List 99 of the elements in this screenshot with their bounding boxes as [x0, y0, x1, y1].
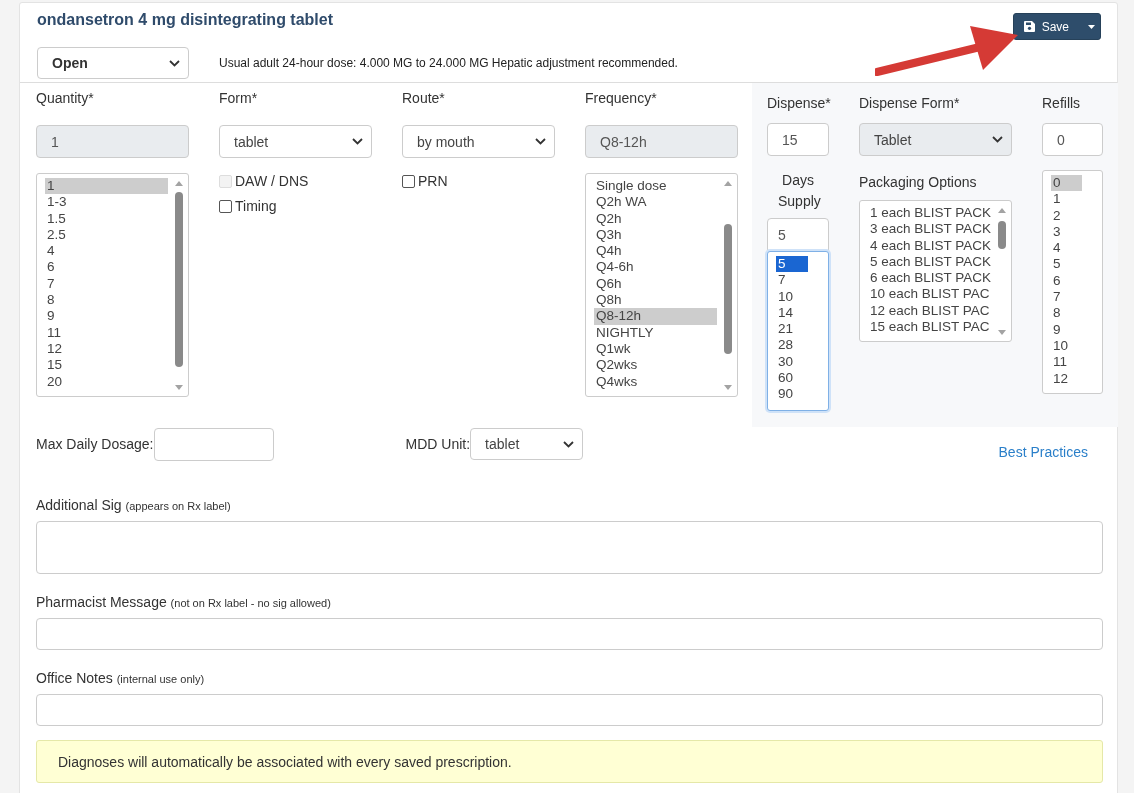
list-option[interactable]: 28: [776, 337, 808, 354]
list-option[interactable]: 7: [45, 275, 168, 293]
list-option[interactable]: 5: [776, 256, 808, 273]
list-option[interactable]: 10: [1051, 337, 1082, 355]
list-option[interactable]: 90: [776, 386, 808, 403]
chevron-down-icon: [992, 136, 1003, 143]
chevron-down-icon: [169, 59, 180, 67]
list-option[interactable]: 60: [776, 370, 808, 387]
list-option[interactable]: 9: [1051, 321, 1082, 338]
list-option[interactable]: 1.5: [45, 210, 168, 227]
chevron-down-icon: [535, 138, 546, 145]
list-box[interactable]: Single dose Q2h WA Q2h Q3h Q4h Q4-6h Q6h Q8h Q8-12h NIGHTLY Q1wk Q2wks Q4wks: [585, 173, 738, 397]
list-box[interactable]: 0 1 2 3 4 5 6 7 8 9 10 11 12: [1042, 170, 1103, 394]
list-option[interactable]: 7: [1051, 289, 1082, 306]
select-field[interactable]: Tablet: [859, 123, 1012, 156]
list-option[interactable]: 1 each BLIST PACK: [868, 205, 992, 222]
field-label: Office Notes (internal use only): [36, 670, 206, 686]
drug-title: ondansetron 4 mg disintegrating tablet: [37, 11, 334, 29]
input-field[interactable]: 1: [36, 125, 189, 158]
list-option[interactable]: 11: [45, 324, 168, 341]
input-field[interactable]: [36, 694, 1103, 726]
list-option[interactable]: 11: [1051, 354, 1082, 371]
list-option[interactable]: Q2wks: [594, 357, 717, 374]
input-field[interactable]: 5: [767, 218, 829, 251]
list-box[interactable]: 1 1-3 1.5 2.5 4 6 7 8 9 11 12 15 20: [36, 173, 189, 397]
checkbox[interactable]: Timing: [219, 198, 372, 214]
list-option[interactable]: 12: [1051, 370, 1082, 387]
list-option[interactable]: Single dose: [594, 178, 717, 195]
field-label: Max Daily Dosage:: [36, 436, 154, 452]
info-alert: Diagnoses will automatically be associated with every saved prescription.: [36, 740, 1103, 783]
best-practices-link[interactable]: Best Practices: [998, 443, 1088, 460]
input-field[interactable]: [153, 427, 274, 461]
list-option[interactable]: 1: [1051, 191, 1082, 208]
list-option[interactable]: 4: [45, 243, 168, 260]
list-option[interactable]: 7: [776, 272, 808, 289]
list-option[interactable]: Q4-6h: [594, 259, 717, 276]
list-option[interactable]: 12 each BLIST PAC: [868, 302, 991, 320]
list-option[interactable]: 8: [1051, 305, 1082, 322]
list-option[interactable]: Q8-12h: [594, 308, 717, 325]
list-option[interactable]: 2: [1051, 207, 1082, 224]
list-option[interactable]: NIGHTLY: [594, 324, 717, 341]
list-option[interactable]: 14: [776, 304, 808, 322]
save-button[interactable]: Save: [1012, 13, 1101, 40]
list-option[interactable]: 15: [45, 357, 168, 374]
list-option[interactable]: Q8h: [594, 292, 717, 309]
list-option[interactable]: 30: [776, 353, 808, 371]
field-label: Route*: [402, 90, 446, 108]
list-option[interactable]: 5 each BLIST PACK: [868, 253, 992, 271]
list-option[interactable]: 3: [1051, 223, 1082, 241]
list-option[interactable]: 10 each BLIST PAC: [868, 286, 991, 303]
field-label: Dispense*: [767, 95, 829, 113]
input-field[interactable]: 15: [767, 123, 829, 156]
field-label: Additional Sig (appears on Rx label): [36, 497, 232, 513]
input-field[interactable]: [36, 618, 1103, 650]
list-box[interactable]: 5 7 10 14 21 28 30 60 90: [767, 251, 829, 411]
chevron-down-icon: [352, 138, 363, 145]
field-label: Pharmacist Message (not on Rx label - no sig allowed): [36, 594, 332, 610]
input-field[interactable]: 0: [1042, 123, 1103, 156]
list-option[interactable]: 9: [45, 308, 168, 325]
select-field[interactable]: tablet: [470, 428, 584, 460]
list-option[interactable]: Q2h WA: [594, 194, 717, 211]
field-label: Packaging Options: [859, 174, 978, 190]
list-option[interactable]: 4 each BLIST PACK: [868, 237, 992, 254]
input-field[interactable]: Q8-12h: [585, 125, 738, 158]
list-option[interactable]: Q3h: [594, 226, 717, 244]
field-label: Dispense Form*: [859, 95, 961, 113]
list-option[interactable]: Q4wks: [594, 373, 717, 390]
list-option[interactable]: 12: [45, 340, 168, 358]
list-option[interactable]: 1: [45, 178, 168, 195]
list-option[interactable]: 20: [45, 373, 168, 390]
list-box[interactable]: 1 each BLIST PACK 3 each BLIST PACK 4 each BLIST PACK 5 each BLIST PACK 6 each BLIST PACK 10 each BLIST PAC 12 each BLIST PAC 15 each BLIST PAC: [859, 200, 1012, 342]
dose-note: Usual adult 24-hour dose: 4.000 MG to 24.000 MG Hepatic adjustment recommended.: [219, 56, 678, 70]
field-label: MDD Unit:: [405, 436, 471, 452]
select-field[interactable]: by mouth: [402, 125, 555, 158]
list-option[interactable]: Q1wk: [594, 340, 717, 358]
list-option[interactable]: Q6h: [594, 275, 717, 293]
list-option[interactable]: 2.5: [45, 226, 168, 244]
list-option[interactable]: 6 each BLIST PACK: [868, 270, 992, 287]
list-option[interactable]: 8: [45, 292, 168, 309]
field-label: Refills: [1042, 95, 1082, 113]
list-option[interactable]: 10: [776, 288, 808, 305]
status-select[interactable]: Open: [37, 47, 189, 79]
list-option[interactable]: 6: [45, 259, 168, 276]
list-option[interactable]: 5: [1051, 256, 1082, 273]
select-field[interactable]: tablet: [219, 125, 372, 158]
list-option[interactable]: 6: [1051, 272, 1082, 290]
field-label: Frequency*: [585, 90, 658, 108]
list-option[interactable]: 21: [776, 321, 808, 338]
list-option[interactable]: 4: [1051, 240, 1082, 257]
checkbox[interactable]: PRN: [402, 173, 555, 189]
field-label: Quantity*: [36, 90, 95, 108]
list-option[interactable]: 1-3: [45, 194, 168, 211]
list-option[interactable]: Q4h: [594, 243, 717, 260]
list-option[interactable]: 3 each BLIST PACK: [868, 221, 992, 238]
chevron-down-icon: [563, 440, 575, 448]
list-option[interactable]: Q2h: [594, 210, 717, 227]
list-option[interactable]: 15 each BLIST PAC: [868, 319, 991, 336]
field-label: Form*: [219, 90, 259, 108]
list-option[interactable]: 0: [1051, 175, 1082, 192]
